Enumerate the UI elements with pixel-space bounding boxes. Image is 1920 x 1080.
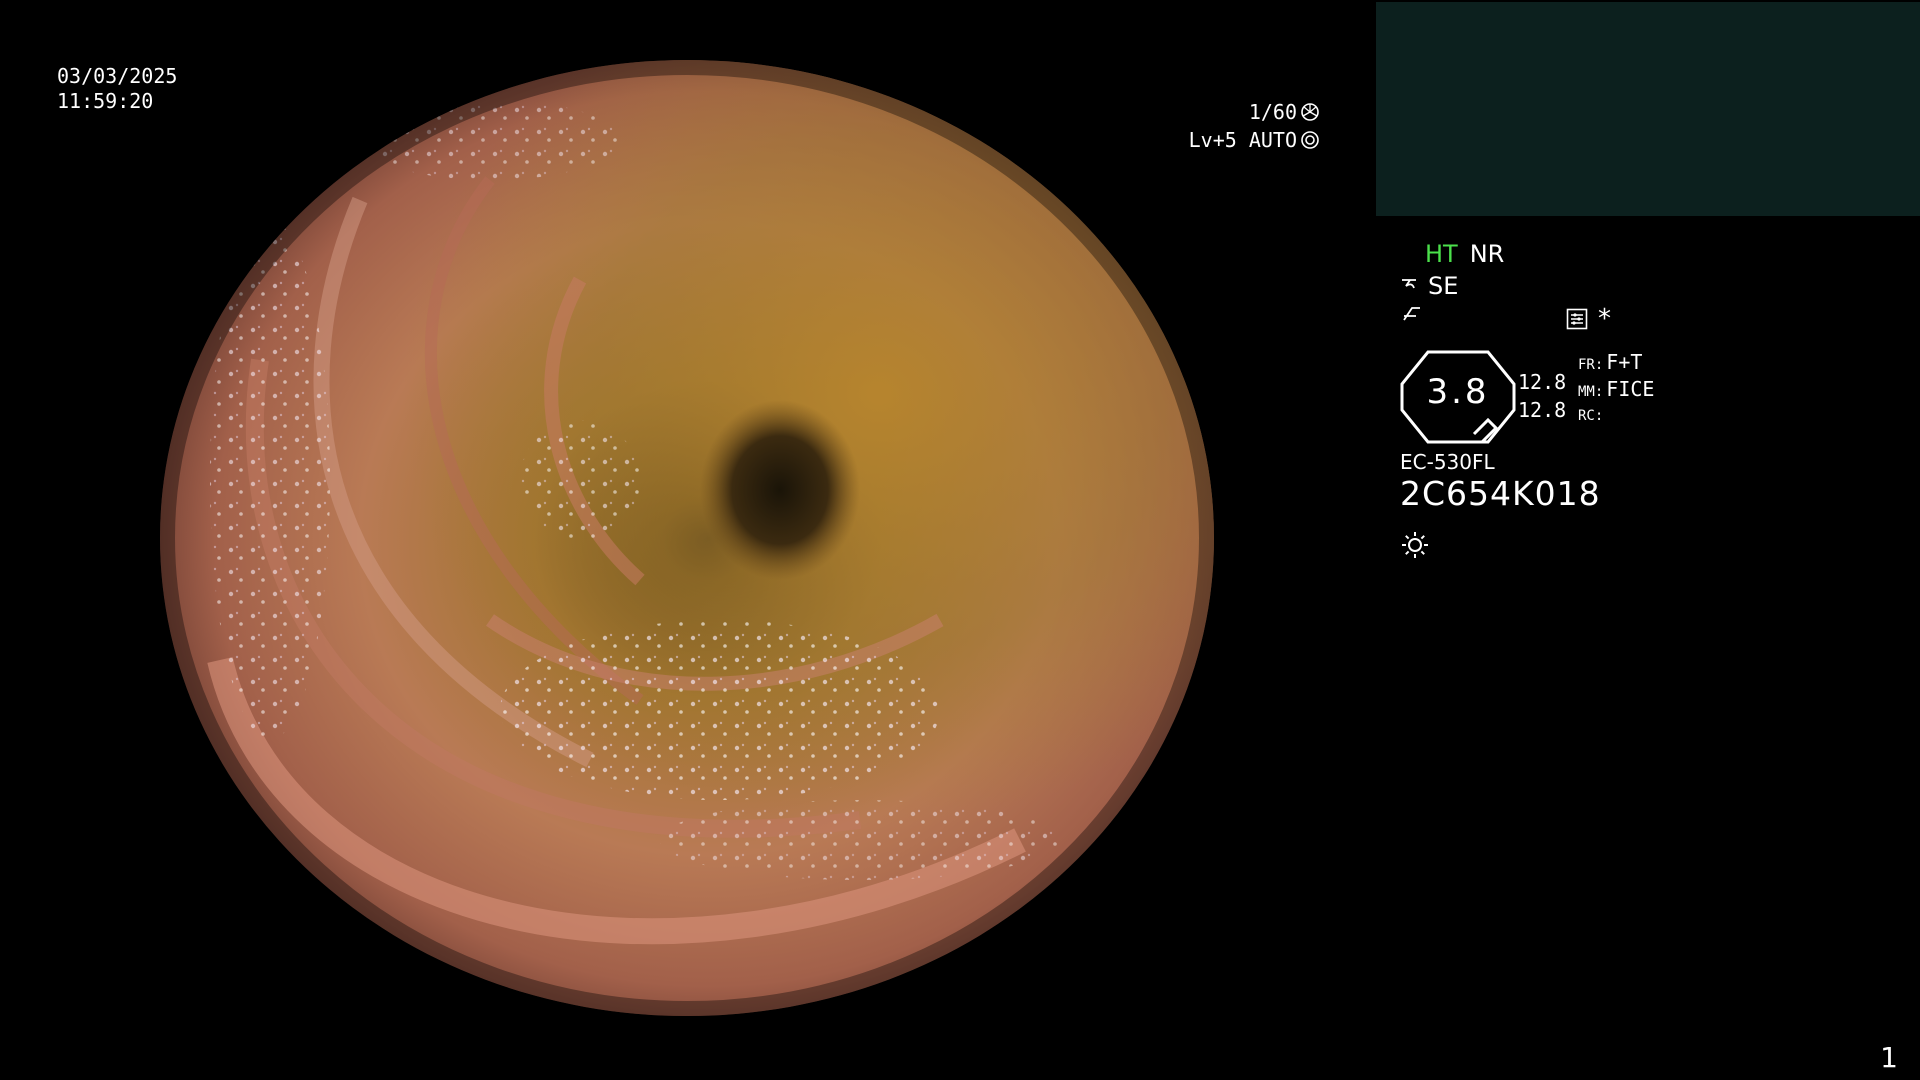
zoom-badge: 3.8 bbox=[1400, 350, 1516, 444]
date-text: 03/03/2025 bbox=[57, 64, 178, 88]
time-text: 11:59:20 bbox=[57, 89, 154, 113]
processor-status-panel: HT NR SE * 3.8 12.8 12.8 FR: F+T MM: FIC… bbox=[1400, 240, 1900, 570]
mode-nr: NR bbox=[1469, 240, 1505, 268]
fr-label: FR: bbox=[1578, 357, 1604, 373]
light-level: Lv+5 AUTO bbox=[1188, 128, 1297, 152]
se-label: SE bbox=[1428, 272, 1459, 300]
mm-value: FICE bbox=[1606, 377, 1655, 401]
scope-serial: 2C654K018 bbox=[1400, 474, 1601, 513]
enhancement-value-2: 12.8 bbox=[1518, 398, 1567, 422]
endoscope-view bbox=[160, 60, 1215, 1017]
mode-ht: HT bbox=[1425, 240, 1458, 268]
shutter-icon bbox=[1300, 102, 1320, 122]
frame-number: 1 bbox=[1880, 1041, 1898, 1074]
mode-labels: FR: F+T MM: FICE RC: bbox=[1566, 350, 1654, 428]
scope-model: EC-530FL bbox=[1400, 450, 1495, 474]
se-row: SE bbox=[1400, 272, 1458, 300]
light-mode-icon bbox=[1300, 130, 1320, 150]
rc-label: RC: bbox=[1578, 408, 1604, 424]
iris-icon bbox=[1400, 302, 1424, 326]
shutter-speed: 1/60 bbox=[1248, 100, 1297, 124]
thumbnail-panel bbox=[1376, 2, 1920, 216]
zoom-value: 3.8 bbox=[1426, 372, 1490, 412]
datetime-display: 03/03/2025 11:59:20 bbox=[57, 64, 177, 114]
processing-modes: HT NR bbox=[1425, 240, 1504, 268]
structure-enhancement-icon bbox=[1400, 274, 1426, 298]
enhancement-values: 12.8 12.8 bbox=[1518, 368, 1566, 424]
fr-value: F+T bbox=[1606, 350, 1643, 374]
sun-icon bbox=[1400, 530, 1430, 560]
enhancement-value-1: 12.8 bbox=[1518, 370, 1567, 394]
settings-icon bbox=[1566, 308, 1588, 330]
mm-label: MM: bbox=[1578, 384, 1604, 400]
star-indicator: * bbox=[1598, 304, 1611, 334]
exposure-info: 1/60 Lv+5 AUTO bbox=[1189, 98, 1320, 154]
